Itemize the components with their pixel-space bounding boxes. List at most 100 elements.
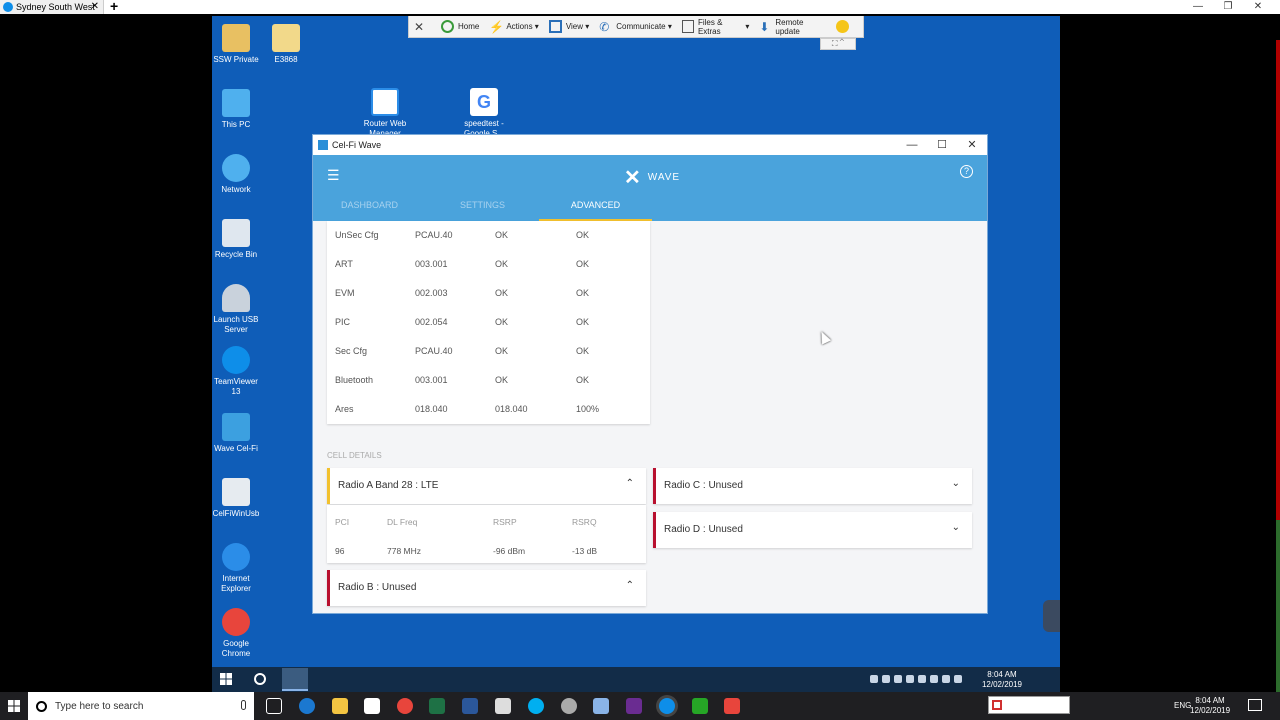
tab-dashboard[interactable]: DASHBOARD <box>313 191 426 221</box>
minimize-icon[interactable]: — <box>1183 0 1213 14</box>
tv-files-button[interactable]: Files & Extras ▾ <box>681 18 749 36</box>
desktop-icon-router-web-manager[interactable]: Router Web Manager <box>358 88 412 139</box>
chevron-up-icon[interactable]: ⌃ <box>626 580 634 591</box>
folder-icon <box>222 24 250 52</box>
desktop-icon-wave-cel-fi[interactable]: Wave Cel-Fi <box>212 413 263 454</box>
tv-toolbar-collapse[interactable]: ⛶ ⌃ <box>820 38 856 50</box>
teamviewer-side-handle[interactable] <box>1043 600 1060 632</box>
tab-advanced[interactable]: ADVANCED <box>539 191 652 221</box>
table-row: Sec Cfg PCAU.40 OK OK <box>335 346 590 356</box>
window-title: Cel-Fi Wave <box>332 140 382 150</box>
tray-icon[interactable] <box>954 675 962 683</box>
tv-home-button[interactable]: Home <box>441 20 479 33</box>
remote-system-tray <box>870 675 970 685</box>
phone-icon: ✆ <box>599 20 610 34</box>
tray-icon[interactable] <box>894 675 902 683</box>
language-indicator[interactable]: ENG <box>1174 701 1191 710</box>
cel-fi-wave-window: Cel-Fi Wave — ☐ ✕ ☰ ✕ WAVE ? DASHBOARD S… <box>312 134 988 614</box>
window-close-icon[interactable]: ✕ <box>957 135 987 155</box>
recycle-bin-icon <box>222 219 250 247</box>
tv-view-button[interactable]: View ▾ <box>548 20 589 33</box>
tv-communicate-button[interactable]: ✆ Communicate ▾ <box>599 20 672 34</box>
windows-start-icon[interactable] <box>8 700 20 712</box>
teamviewer-icon <box>222 346 250 374</box>
notifications-icon[interactable] <box>1248 699 1262 711</box>
chrome-icon[interactable] <box>397 698 413 714</box>
task-view-icon[interactable] <box>266 698 282 714</box>
chevron-down-icon[interactable]: ⌄ <box>952 522 960 533</box>
host-search-box[interactable]: Type here to search <box>28 692 254 720</box>
word-icon[interactable] <box>462 698 478 714</box>
restore-icon[interactable]: ❐ <box>1213 0 1243 14</box>
remote-clock[interactable]: 8:04 AM 12/02/2019 <box>982 670 1022 690</box>
excel-icon[interactable] <box>429 698 445 714</box>
desktop-icon-teamviewer[interactable]: TeamViewer 13 <box>212 346 263 397</box>
network-icon[interactable] <box>930 675 938 683</box>
desktop-icon-google-chrome[interactable]: Google Chrome <box>212 608 263 659</box>
teamviewer-icon[interactable] <box>659 698 675 714</box>
background-strip <box>1276 520 1280 692</box>
tray-icon[interactable] <box>942 675 950 683</box>
table-row: PIC 002.054 OK OK <box>335 317 590 327</box>
radio-a-header[interactable]: Radio A Band 28 : LTE ⌃ <box>327 468 646 504</box>
fullscreen-icon[interactable]: ⛶ <box>832 39 838 48</box>
desktop-icon-e3868[interactable]: E3868 <box>259 24 313 65</box>
radio-b-header[interactable]: Radio B : Unused ⌃ <box>327 570 646 606</box>
tv-feedback-button[interactable] <box>836 20 853 33</box>
windows-start-icon[interactable] <box>220 673 232 685</box>
tray-icon[interactable] <box>906 675 914 683</box>
tv-close-button[interactable]: ✕ <box>414 20 431 34</box>
app-icon[interactable] <box>561 698 577 714</box>
tv-actions-button[interactable]: ⚡ Actions ▾ <box>489 20 538 34</box>
new-tab-icon[interactable]: + <box>110 0 118 14</box>
app-icon[interactable] <box>724 698 740 714</box>
chevron-up-icon[interactable]: ⌃ <box>840 39 844 48</box>
microphone-icon[interactable] <box>241 700 246 710</box>
file-explorer-icon[interactable] <box>332 698 348 714</box>
hamburger-menu-icon[interactable]: ☰ <box>327 167 340 184</box>
wave-logo: ✕ WAVE <box>624 167 681 189</box>
volume-icon[interactable] <box>918 675 926 683</box>
radio-d-header[interactable]: Radio D : Unused ⌄ <box>653 512 972 548</box>
edge-icon[interactable] <box>299 698 315 714</box>
close-tab-icon[interactable]: ✕ <box>91 0 99 14</box>
store-icon[interactable] <box>364 698 380 714</box>
window-maximize-icon[interactable]: ☐ <box>927 135 957 155</box>
desktop-icon-network[interactable]: Network <box>212 154 263 195</box>
app-icon[interactable] <box>692 698 708 714</box>
tv-remote-update-button[interactable]: ⬇ Remote update <box>759 18 826 36</box>
close-icon[interactable]: ✕ <box>1243 0 1273 14</box>
app-icon[interactable] <box>626 698 642 714</box>
desktop-icon-recycle-bin[interactable]: Recycle Bin <box>212 219 263 260</box>
skype-icon[interactable] <box>528 698 544 714</box>
tray-icon[interactable] <box>870 675 878 683</box>
desktop-icon-launch-usb-server[interactable]: Launch USB Server <box>212 284 263 335</box>
search-icon[interactable] <box>254 673 266 685</box>
host-clock[interactable]: 8:04 AM 12/02/2019 <box>1190 696 1230 716</box>
radio-c-header[interactable]: Radio C : Unused ⌄ <box>653 468 972 504</box>
chevron-down-icon[interactable]: ⌄ <box>952 478 960 489</box>
desktop-icon-speedtest[interactable]: G speedtest - Google S... <box>457 88 511 139</box>
taskbar-app-cel-fi-wave[interactable] <box>282 668 308 691</box>
desktop-icon-ssw-private[interactable]: SSW Private <box>212 24 263 65</box>
window-title-bar: Cel-Fi Wave — ☐ ✕ <box>313 135 987 155</box>
desktop-icon-internet-explorer[interactable]: Internet Explorer <box>212 543 263 594</box>
chevron-up-icon[interactable]: ⌃ <box>626 478 634 489</box>
tray-icon[interactable] <box>882 675 890 683</box>
background-strip <box>1276 40 1280 520</box>
app-icon[interactable] <box>593 698 609 714</box>
internet-explorer-icon <box>371 88 399 116</box>
window-minimize-icon[interactable]: — <box>897 135 927 155</box>
tab-settings[interactable]: SETTINGS <box>426 191 539 221</box>
home-icon <box>441 20 454 33</box>
wave-celfi-icon <box>222 413 250 441</box>
host-toolbar-box[interactable] <box>988 696 1070 714</box>
desktop-icon-this-pc[interactable]: This PC <box>212 89 263 130</box>
desktop-icon-celfiwinusb[interactable]: CelFiWinUsb <box>212 478 263 519</box>
mail-icon[interactable] <box>495 698 511 714</box>
help-icon[interactable]: ? <box>960 165 973 178</box>
host-tab[interactable]: Sydney South West ✕ <box>0 0 104 14</box>
internet-explorer-icon <box>222 543 250 571</box>
file-icon <box>681 20 694 33</box>
tab-bar: DASHBOARD SETTINGS ADVANCED <box>313 191 653 221</box>
